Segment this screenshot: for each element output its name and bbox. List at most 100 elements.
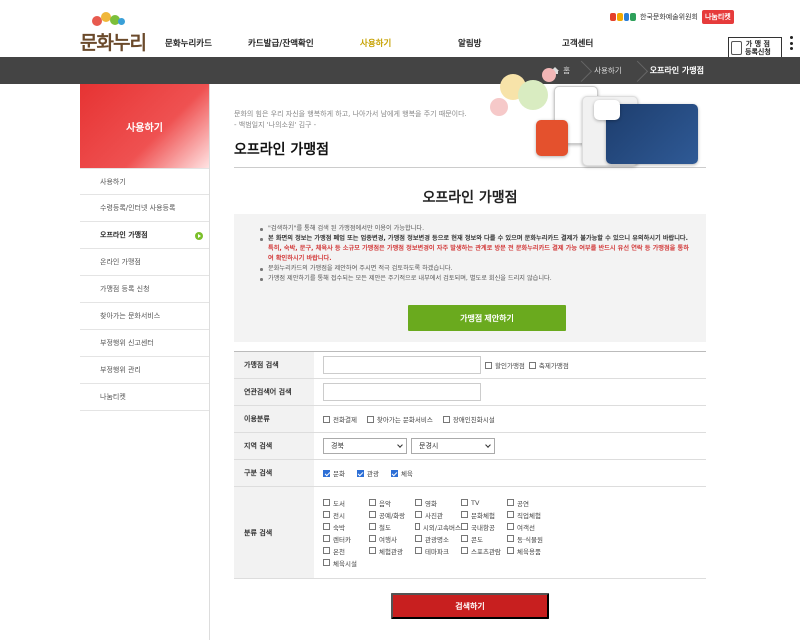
more-menu-icon[interactable] <box>790 36 800 50</box>
partner-links: 한국문화예술위원회 나눔티켓 <box>610 10 734 24</box>
sidebar-item-fraud-report[interactable]: 부정행위 신고센터 <box>80 330 209 357</box>
category-label: 여행사 <box>379 535 397 544</box>
chevron-right-icon <box>195 232 203 240</box>
discount-store-checkbox[interactable]: 할인가맹점 <box>485 360 525 370</box>
category-label: 스포츠관람 <box>471 547 501 556</box>
nav-item-notice[interactable]: 알림방 <box>458 37 562 49</box>
category-checkbox[interactable]: 동·식물원 <box>507 534 553 544</box>
category-label: 철도 <box>379 523 391 532</box>
page-title: 오프라인 가맹점 <box>234 142 330 158</box>
category-checkbox[interactable]: 렌터카 <box>323 534 369 544</box>
accessible-facility-checkbox[interactable]: 장애인친화시설 <box>442 414 495 424</box>
category-checkbox[interactable]: 철도 <box>369 522 415 532</box>
category-label: 렌터카 <box>333 535 351 544</box>
sidebar-item-fraud-manage[interactable]: 부정행위 관리 <box>80 357 209 384</box>
notice-line-3: 문화누리카드의 가맹점을 제안하여 주시면 적극 검토하도록 하겠습니다. <box>260 264 692 274</box>
main-nav: 문화누리카드 카드발급/잔액확인 사용하기 알림방 고객센터 <box>165 37 642 49</box>
category-label: 테마파크 <box>425 547 449 556</box>
use-category-label: 이용분류 <box>234 406 314 432</box>
category-checkbox[interactable]: 체육용품 <box>507 546 553 556</box>
nav-item-customer-center[interactable]: 고객센터 <box>562 37 642 49</box>
store-register-line2: 등록신청 <box>745 48 771 56</box>
related-search-input[interactable] <box>323 383 481 401</box>
category-label: 영화 <box>425 499 437 508</box>
category-checkbox[interactable]: 문화체험 <box>461 510 507 520</box>
category-checkbox[interactable]: 전시 <box>323 510 369 520</box>
tourism-checkbox[interactable]: 관광 <box>356 468 379 478</box>
category-checkbox[interactable]: 숙박 <box>323 522 369 532</box>
category-checkbox[interactable]: 공예/화랑 <box>369 510 415 520</box>
festival-store-checkbox[interactable]: 축제가맹점 <box>528 360 569 370</box>
search-row-region: 지역 검색 경북 문경시 <box>234 433 706 460</box>
category-checkbox[interactable]: 콘도 <box>461 534 507 544</box>
sidebar-item-store-apply[interactable]: 가맹점 등록 신청 <box>80 276 209 303</box>
category-checkbox[interactable]: 스포츠관람 <box>461 546 507 556</box>
category-search-label: 분류 검색 <box>234 487 314 578</box>
category-checkbox[interactable]: 공연 <box>507 498 553 508</box>
category-checkbox[interactable]: 사진관 <box>415 510 461 520</box>
category-checkbox[interactable]: 시외/고속버스 <box>415 522 461 532</box>
category-label: 여객선 <box>517 523 535 532</box>
category-checkbox[interactable]: 영화 <box>415 498 461 508</box>
culture-checkbox[interactable]: 문화 <box>323 468 345 478</box>
region-search-label: 지역 검색 <box>234 433 314 459</box>
sidebar-item-usage[interactable]: 사용하기 <box>80 168 209 195</box>
category-label: 공연 <box>517 499 529 508</box>
partner-name[interactable]: 한국문화예술위원회 <box>640 12 698 22</box>
chevron-down-icon <box>485 442 491 448</box>
category-checkbox[interactable]: 국내항공 <box>461 522 507 532</box>
store-search-label: 가맹점 검색 <box>234 352 314 378</box>
quote-line1: 문화의 힘은 우리 자신을 행복하게 하고, 나아가서 남에게 행복을 주기 때… <box>234 110 467 118</box>
sidebar-item-offline-store[interactable]: 오프라인 가맹점 <box>80 222 209 249</box>
chevron-down-icon <box>397 442 403 448</box>
category-label: 온천 <box>333 547 345 556</box>
category-checkbox[interactable]: 온천 <box>323 546 369 556</box>
category-label: 관광명소 <box>425 535 449 544</box>
site-logo[interactable]: 문화누리 <box>80 12 150 54</box>
sidebar-menu: 사용하기 수령등록/인터넷 사용등록 오프라인 가맹점 온라인 가맹점 가맹점 … <box>80 168 209 411</box>
category-label: 도서 <box>333 499 345 508</box>
category-checkbox[interactable]: 직업체험 <box>507 510 553 520</box>
category-label: 사진관 <box>425 511 443 520</box>
nav-item-munhwanuri-card[interactable]: 문화누리카드 <box>165 37 248 49</box>
store-search-input[interactable] <box>323 356 481 374</box>
visiting-service-checkbox[interactable]: 찾아가는 문화서비스 <box>366 414 433 424</box>
sidebar-item-online-store[interactable]: 온라인 가맹점 <box>80 249 209 276</box>
hero-card-illustration <box>490 68 710 172</box>
province-select[interactable]: 경북 <box>323 438 407 454</box>
sidebar-item-nanum-ticket[interactable]: 나눔티켓 <box>80 384 209 411</box>
category-checkbox[interactable]: 관광명소 <box>415 534 461 544</box>
store-register-button[interactable]: 가 맹 점 등록신청 <box>728 37 782 59</box>
search-row-use: 이용분류 전화결제 찾아가는 문화서비스 장애인친화시설 <box>234 406 706 433</box>
sidebar-title: 사용하기 <box>80 84 209 168</box>
category-checkbox[interactable]: 도서 <box>323 498 369 508</box>
propose-store-button[interactable]: 가맹점 제안하기 <box>408 305 566 331</box>
category-checkbox[interactable]: 여객선 <box>507 522 553 532</box>
phone-payment-checkbox[interactable]: 전화결제 <box>323 414 357 424</box>
sidebar-item-registration[interactable]: 수령등록/인터넷 사용등록 <box>80 195 209 222</box>
search-row-related: 연관검색어 검색 <box>234 379 706 406</box>
sidebar-item-label: 오프라인 가맹점 <box>100 231 148 239</box>
notice-line-2: 본 화면의 정보는 가맹점 폐업 또는 업종변경, 가맹점 정보변경 등으로 현… <box>260 234 692 264</box>
sidebar-item-visiting-service[interactable]: 찾아가는 문화서비스 <box>80 303 209 330</box>
category-label: 체육용품 <box>517 547 541 556</box>
category-label: 국내항공 <box>471 523 495 532</box>
quote: 문화의 힘은 우리 자신을 행복하게 하고, 나아가서 남에게 행복을 주기 때… <box>234 109 494 131</box>
category-checkbox[interactable]: TV <box>461 498 507 508</box>
nav-item-card-issue[interactable]: 카드발급/잔액확인 <box>248 37 360 49</box>
category-label: 음악 <box>379 499 391 508</box>
category-checkbox[interactable]: 체육시설 <box>323 558 369 568</box>
category-label: 숙박 <box>333 523 345 532</box>
category-checkbox[interactable]: 여행사 <box>369 534 415 544</box>
category-checkbox[interactable]: 테마파크 <box>415 546 461 556</box>
category-checkbox[interactable]: 음악 <box>369 498 415 508</box>
search-button[interactable]: 검색하기 <box>391 593 549 619</box>
category-label: 문화체험 <box>471 511 495 520</box>
nanum-ticket-badge[interactable]: 나눔티켓 <box>701 10 734 24</box>
nav-item-usage[interactable]: 사용하기 <box>360 37 458 49</box>
section-title: 오프라인 가맹점 <box>422 190 518 206</box>
category-checkbox[interactable]: 체험관광 <box>369 546 415 556</box>
city-select[interactable]: 문경시 <box>411 438 495 454</box>
notice-line-4: 가맹점 제안하기를 통해 접수되는 모든 제안은 주기적으로 내부에서 검토되며… <box>260 274 692 284</box>
sports-checkbox[interactable]: 체육 <box>390 468 413 478</box>
